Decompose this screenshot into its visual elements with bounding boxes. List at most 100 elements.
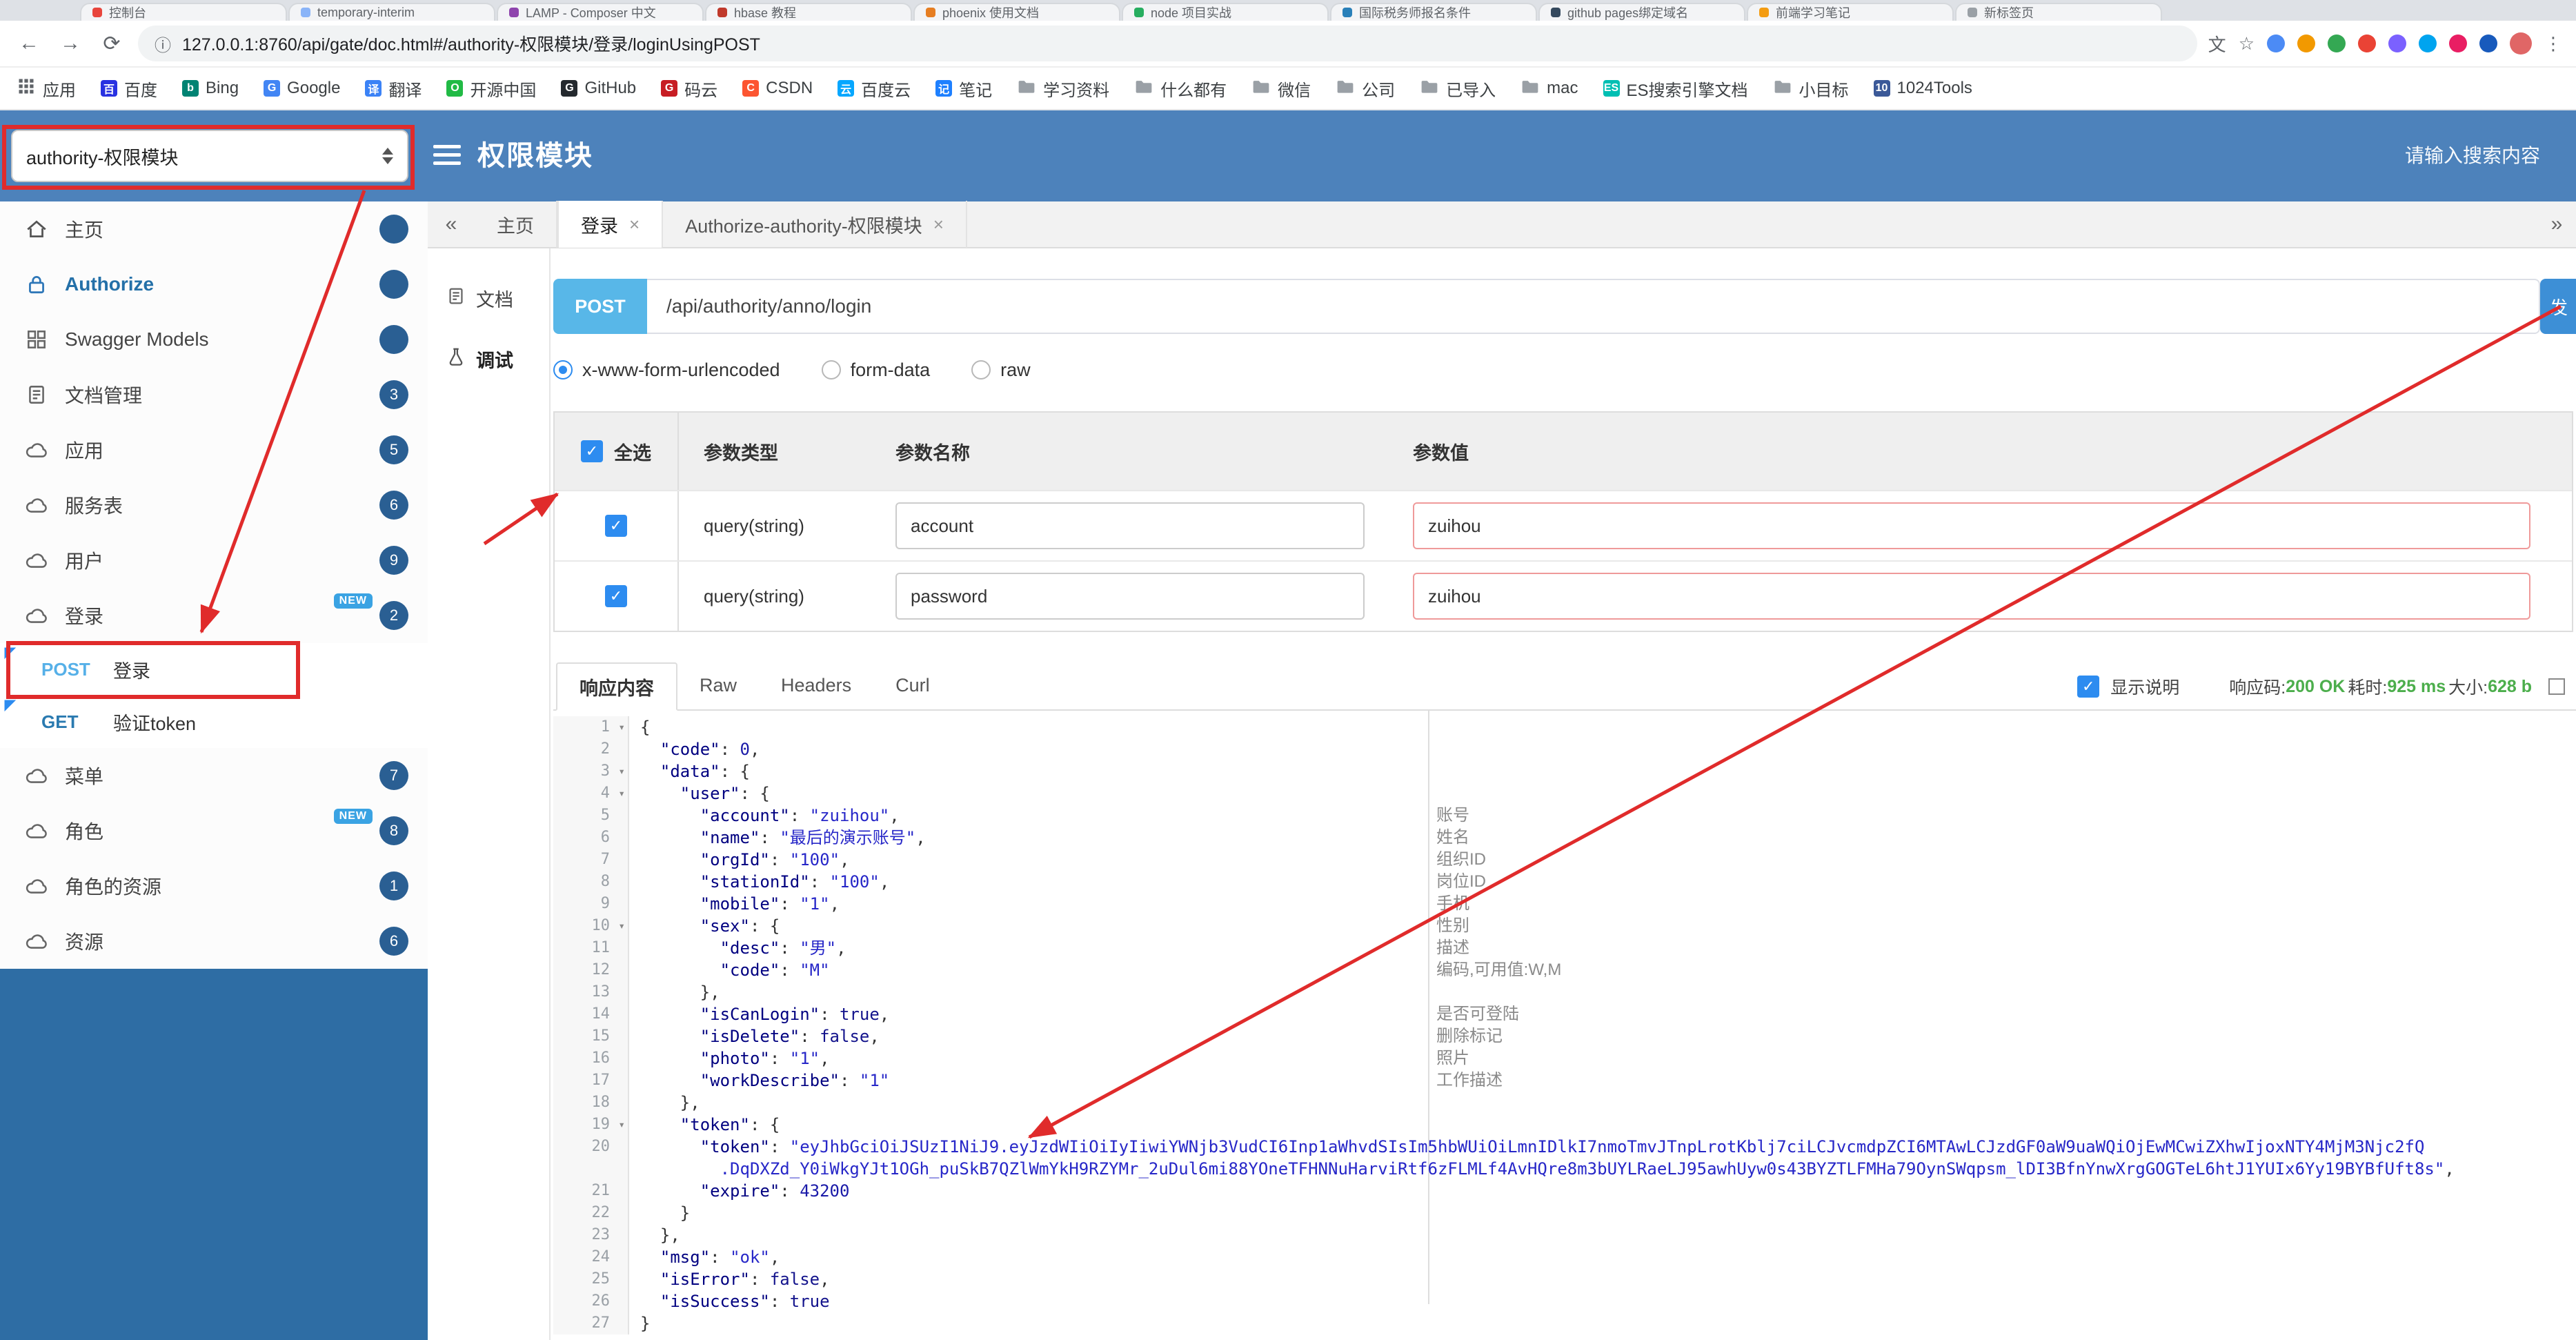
bookmark-item[interactable]: 微信 bbox=[1251, 76, 1311, 101]
bookmark-item[interactable]: mac bbox=[1520, 76, 1578, 101]
bookmark-item[interactable]: ES ES搜索引擎文档 bbox=[1603, 77, 1748, 101]
response-tab[interactable]: Headers bbox=[759, 661, 873, 709]
param-value-input[interactable] bbox=[1413, 573, 2530, 620]
bookmark-star-icon[interactable]: ☆ bbox=[2239, 33, 2255, 55]
sidebar-item[interactable]: 文档管理 3 bbox=[0, 367, 428, 422]
browser-tab[interactable]: phoenix 使用文档 bbox=[913, 3, 1120, 21]
sidebar-item[interactable]: Authorize bbox=[0, 257, 428, 312]
body-type-radio[interactable]: form-data bbox=[821, 359, 930, 381]
address-bar[interactable]: ⓘ 127.0.0.1:8760/api/gate/doc.html#/auth… bbox=[138, 26, 2197, 61]
extension-icon[interactable] bbox=[2388, 35, 2406, 52]
sidebar-item[interactable]: 主页 bbox=[0, 201, 428, 257]
sidebar-api-item[interactable]: GET 验证token bbox=[0, 696, 428, 748]
mini-nav-item[interactable]: 文档 bbox=[428, 268, 549, 328]
profile-avatar[interactable] bbox=[2510, 32, 2532, 55]
browser-tab[interactable]: 前端学习笔记 bbox=[1747, 3, 1954, 21]
sidebar-item[interactable]: 用户 9 bbox=[0, 533, 428, 588]
bookmark-item[interactable]: 公司 bbox=[1336, 76, 1395, 101]
param-value-input[interactable] bbox=[1413, 502, 2530, 549]
bookmark-item[interactable]: 什么都有 bbox=[1134, 76, 1227, 101]
chevron-left-icon[interactable]: « bbox=[428, 213, 475, 236]
sidebar-item[interactable]: 登录 NEW 2 bbox=[0, 588, 428, 643]
fold-caret-icon[interactable]: ▾ bbox=[618, 1114, 625, 1136]
bookmark-item[interactable]: 10 1024Tools bbox=[1873, 79, 1972, 98]
body-type-radio[interactable]: x-www-form-urlencoded bbox=[553, 359, 780, 381]
menu-kebab-icon[interactable]: ⋮ bbox=[2544, 33, 2562, 55]
sidebar-item[interactable]: 角色 NEW 8 bbox=[0, 803, 428, 858]
extension-icon[interactable] bbox=[2358, 35, 2376, 52]
sidebar-item[interactable]: 应用 5 bbox=[0, 422, 428, 477]
search-input[interactable] bbox=[2299, 135, 2540, 177]
fold-caret-icon[interactable]: ▾ bbox=[618, 915, 625, 937]
document-tab[interactable]: 主页 bbox=[475, 201, 557, 248]
request-url-input[interactable] bbox=[647, 279, 2540, 334]
close-icon[interactable]: × bbox=[629, 214, 640, 235]
document-tab[interactable]: 登录 × bbox=[557, 201, 664, 248]
forward-icon[interactable]: → bbox=[55, 32, 86, 55]
sidebar-item[interactable]: 资源 6 bbox=[0, 914, 428, 969]
bookmark-item[interactable]: 记 笔记 bbox=[935, 77, 992, 101]
browser-tab[interactable]: temporary-interim bbox=[288, 3, 495, 21]
bookmark-item[interactable]: 应用 bbox=[17, 76, 76, 101]
bookmark-item[interactable]: b Bing bbox=[182, 79, 239, 98]
fold-caret-icon[interactable]: ▾ bbox=[618, 760, 625, 782]
sidebar-api-item[interactable]: POST 登录 bbox=[0, 643, 428, 696]
fold-caret-icon[interactable]: ▾ bbox=[618, 716, 625, 738]
bookmark-item[interactable]: 译 翻译 bbox=[365, 77, 422, 101]
browser-tab[interactable]: node 项目实战 bbox=[1122, 3, 1329, 21]
browser-tab[interactable]: 控制台 bbox=[80, 3, 287, 21]
bookmark-item[interactable]: G 码云 bbox=[661, 77, 717, 101]
bookmark-item[interactable]: 小目标 bbox=[1773, 76, 1849, 101]
body-type-radio[interactable]: raw bbox=[971, 359, 1031, 381]
extension-icon[interactable] bbox=[2267, 35, 2285, 52]
bookmark-item[interactable]: 百 百度 bbox=[101, 77, 157, 101]
minimize-window-icon[interactable] bbox=[30, 5, 41, 16]
close-window-icon[interactable] bbox=[11, 5, 22, 16]
bookmark-item[interactable]: G Google bbox=[264, 79, 340, 98]
page-info-icon[interactable]: ⓘ bbox=[155, 32, 171, 56]
browser-tab[interactable]: 新标签页 bbox=[1955, 3, 2162, 21]
extension-icon[interactable] bbox=[2449, 35, 2467, 52]
browser-tab[interactable]: hbase 教程 bbox=[705, 3, 912, 21]
browser-tab[interactable]: LAMP - Composer 中文 bbox=[497, 3, 704, 21]
param-name-input[interactable] bbox=[895, 502, 1365, 549]
fullscreen-icon[interactable] bbox=[2548, 678, 2565, 695]
document-tab[interactable]: Authorize-authority-权限模块 × bbox=[663, 201, 967, 248]
mini-nav-item[interactable]: 调试 bbox=[428, 328, 549, 389]
bookmark-item[interactable]: 已导入 bbox=[1420, 76, 1496, 101]
bookmark-item[interactable]: 学习资料 bbox=[1017, 76, 1109, 101]
browser-tab[interactable]: 国际税务师报名条件 bbox=[1330, 3, 1537, 21]
bookmark-item[interactable]: 云 百度云 bbox=[838, 77, 911, 101]
extension-icon[interactable] bbox=[2297, 35, 2315, 52]
sidebar-item[interactable]: 角色的资源 1 bbox=[0, 858, 428, 914]
reload-icon[interactable]: ⟳ bbox=[97, 32, 127, 56]
translate-icon[interactable]: 文 bbox=[2208, 31, 2226, 57]
bookmark-item[interactable]: O 开源中国 bbox=[446, 77, 536, 101]
extension-icon[interactable] bbox=[2328, 35, 2346, 52]
close-icon[interactable]: × bbox=[933, 214, 944, 235]
extension-icon[interactable] bbox=[2419, 35, 2437, 52]
row-checkbox[interactable] bbox=[605, 585, 627, 607]
row-checkbox[interactable] bbox=[605, 515, 627, 537]
send-button[interactable]: 发 bbox=[2540, 279, 2576, 334]
sidebar-item[interactable]: Swagger Models bbox=[0, 312, 428, 367]
menu-hamburger-icon[interactable] bbox=[433, 145, 461, 170]
param-name-input[interactable] bbox=[895, 573, 1365, 620]
fold-caret-icon[interactable]: ▾ bbox=[618, 782, 625, 805]
chevron-right-icon[interactable]: » bbox=[2540, 213, 2573, 236]
response-tab[interactable]: Raw bbox=[677, 661, 759, 709]
window-controls[interactable] bbox=[11, 0, 61, 21]
module-select[interactable]: authority-权限模块 bbox=[11, 130, 408, 182]
back-icon[interactable]: ← bbox=[14, 32, 44, 55]
sidebar-item[interactable]: 服务表 6 bbox=[0, 477, 428, 533]
show-desc-checkbox[interactable] bbox=[2077, 676, 2100, 698]
select-all-checkbox[interactable] bbox=[581, 440, 603, 462]
maximize-window-icon[interactable] bbox=[50, 5, 61, 16]
response-tab[interactable]: Curl bbox=[873, 661, 952, 709]
extension-icon[interactable] bbox=[2479, 35, 2497, 52]
bookmark-item[interactable]: C CSDN bbox=[742, 79, 813, 98]
response-tab[interactable]: 响应内容 bbox=[556, 662, 677, 711]
sidebar-item[interactable]: 菜单 7 bbox=[0, 748, 428, 803]
bookmark-item[interactable]: G GitHub bbox=[561, 79, 636, 98]
browser-tab[interactable]: github pages绑定域名 bbox=[1538, 3, 1745, 21]
